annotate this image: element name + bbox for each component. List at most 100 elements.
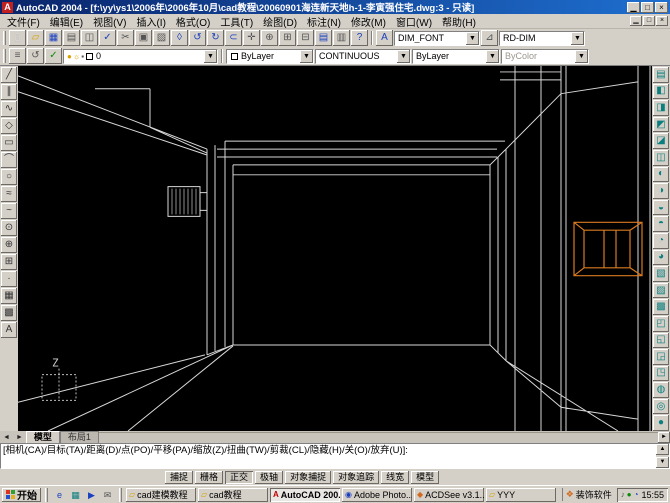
zoom-previous-icon[interactable]: ⊟ [297,30,314,46]
status-toggle-button[interactable]: 对象追踪 [333,470,380,484]
named-views-icon[interactable]: ▤ [653,67,669,83]
adjust-clip-icon[interactable]: ◳ [653,365,669,382]
chevron-down-icon[interactable]: ▼ [466,31,479,45]
antivirus-icon[interactable]: ● [627,490,632,499]
properties-icon[interactable]: ▤ [315,30,332,46]
layers-icon[interactable]: ≡ [9,48,26,64]
pan-realtime-icon[interactable]: ✛ [243,30,260,46]
rectangle-icon[interactable]: ▭ [1,135,17,151]
ie-icon[interactable]: e [52,488,67,502]
open-icon[interactable]: ▱ [27,30,44,46]
doc-close-icon[interactable]: × [656,16,668,26]
front-view-icon[interactable]: ◫ [653,149,669,166]
polyline-icon[interactable]: ∿ [1,101,17,117]
se-isometric-icon[interactable]: ◒ [653,199,669,216]
continuous-orbit-icon[interactable]: ◰ [653,315,669,332]
right-view-icon[interactable]: ◪ [653,133,669,149]
task-button[interactable]: A AutoCAD 200... [270,487,340,502]
undo-icon[interactable]: ↺ [189,30,206,46]
print-preview-icon[interactable]: ◫ [81,30,98,46]
layer-combo[interactable]: ●☼▪ 0 ▼ [63,48,218,64]
back-view-icon[interactable]: ◐ [653,166,669,183]
drawing-canvas[interactable]: Z [18,66,652,431]
paste-icon[interactable]: ▨ [153,30,170,46]
status-toggle-button[interactable]: 对象捕捉 [285,470,332,484]
line-icon[interactable]: ╱ [1,67,17,83]
taskbar-band[interactable]: ❖ 装饰软件 [561,488,615,501]
task-button[interactable]: ▱ YYY [486,487,556,502]
save-icon[interactable]: ▦ [45,30,62,46]
help-icon[interactable]: ? [351,30,368,46]
media-player-icon[interactable]: ▶ [84,488,99,502]
hscroll-right-icon[interactable]: ► [658,432,670,443]
ellipse-icon[interactable]: ⊙ [1,220,17,236]
make-current-icon[interactable]: ✓ [45,48,62,64]
menu-item[interactable]: 视图(V) [88,13,131,30]
match-properties-icon[interactable]: ◊ [171,30,188,46]
linetype-combo[interactable]: CONTINUOUS ▼ [315,48,411,64]
orbit-3d-icon[interactable]: ▩ [653,299,669,315]
task-button[interactable]: ◉ Adobe Photo... [342,487,412,502]
task-button[interactable]: ▱ cad建模教程 [126,487,196,502]
swivel-3d-icon[interactable]: ◱ [653,332,669,349]
print-icon[interactable]: ▤ [63,30,80,46]
menu-item[interactable]: 修改(M) [346,13,391,30]
layout-tab[interactable]: 布局1 [59,431,99,443]
designcenter-icon[interactable]: ▥ [333,30,350,46]
command-scrollbar[interactable]: ▲ ▼ [656,444,669,468]
menu-item[interactable]: 窗口(W) [391,13,437,30]
gouraud-shaded-icon[interactable]: ● [653,415,669,432]
chevron-down-icon[interactable]: ▼ [204,49,217,63]
doc-minimize-icon[interactable]: ▁ [630,16,642,26]
chevron-down-icon[interactable]: ▼ [397,49,410,63]
zoom-window-icon[interactable]: ⊞ [279,30,296,46]
insert-block-icon[interactable]: ⊕ [1,237,17,253]
scroll-up-icon[interactable]: ▲ [656,444,669,455]
sw-isometric-icon[interactable]: ◑ [653,183,669,199]
hscrollbar-track[interactable] [98,432,658,443]
zoom-3d-icon[interactable]: ▨ [653,282,669,299]
region-icon[interactable]: ▩ [1,305,17,321]
mail-icon[interactable]: ✉ [100,488,115,502]
nw-isometric-icon[interactable]: ◔ [653,232,669,249]
tab-scroll-left-icon[interactable]: ◄ [0,432,13,443]
menu-item[interactable]: 绘图(D) [258,13,302,30]
arc-icon[interactable]: ⌒ [1,152,17,168]
close-icon[interactable]: × [655,1,668,13]
spline-icon[interactable]: ~ [1,203,17,219]
toolbar-grip[interactable] [3,49,6,63]
hatch-icon[interactable]: ▦ [1,288,17,304]
bottom-view-icon[interactable]: ◨ [653,100,669,116]
status-toggle-button[interactable]: 线宽 [381,470,410,484]
point-icon[interactable]: · [1,271,17,287]
polygon-icon[interactable]: ◇ [1,118,17,134]
insert-hyperlink-icon[interactable]: ⊂ [225,30,242,46]
scroll-down-icon[interactable]: ▼ [656,457,669,468]
menu-item[interactable]: 编辑(E) [45,13,88,30]
camera-icon[interactable]: ◕ [653,249,669,266]
text-style-icon[interactable]: A [376,30,393,46]
copy-icon[interactable]: ▣ [135,30,152,46]
redo-icon[interactable]: ↻ [207,30,224,46]
zoom-realtime-icon[interactable]: ⊕ [261,30,278,46]
menu-item[interactable]: 标注(N) [302,13,346,30]
highlight-object[interactable] [573,221,643,277]
menu-item[interactable]: 格式(O) [171,13,215,30]
hidden-view-icon[interactable]: ◎ [653,398,669,415]
menu-item[interactable]: 工具(T) [215,13,258,30]
layout-tab[interactable]: 模型 [25,431,60,443]
lineweight-combo[interactable]: ByLayer ▼ [412,48,500,64]
task-button[interactable]: ▱ cad教程 [198,487,268,502]
menu-item[interactable]: 文件(F) [2,13,45,30]
pan-3d-icon[interactable]: ▧ [653,266,669,282]
chevron-down-icon[interactable]: ▼ [571,31,584,45]
top-view-icon[interactable]: ◧ [653,83,669,100]
status-toggle-button[interactable]: 栅格 [195,470,224,484]
construction-line-icon[interactable]: ∥ [1,84,17,100]
status-toggle-button[interactable]: 正交 [225,470,254,484]
toolbar-grip[interactable] [3,31,6,45]
make-block-icon[interactable]: ⊞ [1,254,17,270]
minimize-icon[interactable]: ▁ [627,1,640,13]
wireframe-2d-icon[interactable]: ◍ [653,382,669,398]
text-style-combo[interactable]: DIM_FONT ▼ [394,30,480,46]
